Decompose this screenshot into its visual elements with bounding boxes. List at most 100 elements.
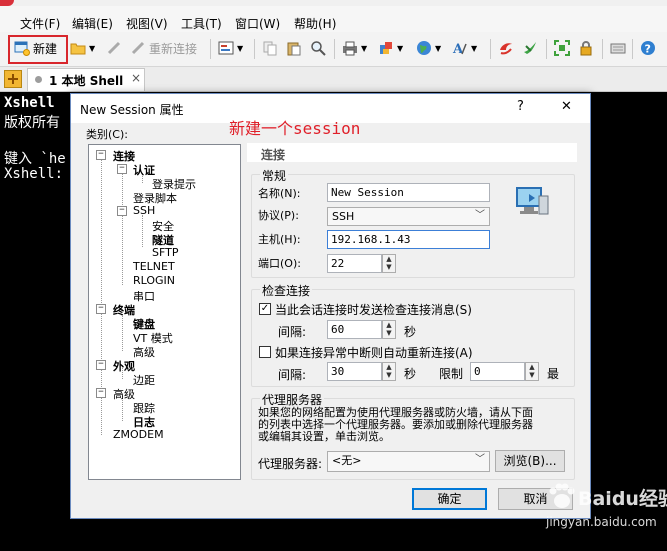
protocol-select[interactable]: SSH ﹀	[327, 207, 490, 226]
interval-seconds-label: 秒	[404, 325, 417, 339]
properties-dropdown-icon[interactable]: ▼	[237, 44, 243, 53]
tree-item-ssh[interactable]: SSH	[133, 204, 155, 217]
tree-item-sftp[interactable]: SFTP	[152, 246, 178, 259]
proxy-select[interactable]: <无> ﹀	[327, 451, 490, 472]
name-field[interactable]: New Session	[327, 183, 490, 202]
keyboard-button[interactable]	[610, 37, 626, 59]
tree-collapse-icon[interactable]: −	[96, 304, 106, 314]
port-field[interactable]: 22	[327, 254, 382, 273]
port-spinner[interactable]: ▲ ▼	[382, 254, 396, 273]
plus-icon	[8, 74, 18, 84]
menu-tools[interactable]: 工具(T)	[181, 15, 222, 32]
tree-item-rlogin[interactable]: RLOGIN	[133, 274, 175, 287]
open-dropdown-icon[interactable]: ▼	[89, 44, 95, 53]
lock-button[interactable]	[578, 37, 594, 59]
computer-network-icon	[516, 187, 549, 215]
tree-item-terminal-advanced[interactable]: 高级	[133, 344, 155, 360]
fullscreen-button[interactable]	[554, 37, 570, 59]
terminal-line: Xshell	[4, 95, 55, 111]
tab-local-shell[interactable]: 1 本地 Shell ×	[27, 68, 145, 91]
name-label: 名称(N):	[258, 187, 301, 200]
annotation-text: 新建一个session	[229, 119, 361, 138]
menu-file[interactable]: 文件(F)	[20, 15, 60, 32]
tree-item-advanced[interactable]: 高级	[113, 386, 135, 402]
print-button[interactable]: ▼	[342, 37, 367, 59]
transfer-button[interactable]: ▼	[378, 37, 403, 59]
transfer-dropdown-icon[interactable]: ▼	[397, 44, 403, 53]
tab-label: 1 本地 Shell	[49, 74, 124, 88]
new-button-highlight	[8, 35, 68, 64]
tree-item-connection[interactable]: 连接	[113, 148, 135, 164]
limit-spinner[interactable]: ▲ ▼	[525, 362, 539, 381]
menu-help[interactable]: 帮助(H)	[294, 15, 336, 32]
tree-item-terminal[interactable]: 终端	[113, 302, 135, 318]
interval-field[interactable]: 60	[327, 320, 382, 339]
open-button[interactable]: ▼	[70, 37, 95, 59]
font-dropdown-icon[interactable]: ▼	[471, 44, 477, 53]
proxy-label: 代理服务器:	[258, 457, 323, 471]
interval-spinner[interactable]: ▲ ▼	[382, 320, 396, 339]
terminal-line: 键入 `he	[4, 151, 66, 167]
chevron-down-icon: ﹀	[475, 210, 485, 221]
tree-item-appearance[interactable]: 外观	[113, 358, 135, 374]
host-label: 主机(H):	[258, 233, 301, 246]
print-dropdown-icon[interactable]: ▼	[361, 44, 367, 53]
copy-icon	[263, 41, 277, 56]
reconnect-interval-label: 间隔:	[278, 368, 307, 382]
section-header: 连接	[247, 143, 577, 162]
menu-window[interactable]: 窗口(W)	[235, 15, 280, 32]
toolbar-separator	[490, 39, 491, 59]
close-dialog-button[interactable]: ✕	[561, 99, 572, 114]
chevron-down-icon: ﹀	[475, 454, 485, 465]
lock-icon	[580, 41, 592, 56]
baidu-paw-icon	[549, 483, 575, 508]
tree-collapse-icon[interactable]: −	[96, 388, 106, 398]
copy-button[interactable]	[262, 37, 278, 59]
close-tab-icon[interactable]: ×	[131, 71, 141, 85]
tree-item-serial[interactable]: 串口	[133, 288, 155, 304]
tree-collapse-icon[interactable]: −	[96, 360, 106, 370]
web-button[interactable]: ▼	[416, 37, 441, 59]
keepalive-checkbox[interactable]: ✓	[259, 303, 271, 315]
limit-field[interactable]: 0	[470, 362, 525, 381]
tree-collapse-icon[interactable]: −	[117, 206, 127, 216]
disconnect-button[interactable]	[106, 37, 122, 59]
printer-icon	[343, 41, 357, 56]
watermark-brand: Baidu经验	[578, 488, 667, 510]
xftp-button[interactable]	[498, 37, 514, 59]
toolbar-separator	[334, 39, 335, 59]
tree-collapse-icon[interactable]: −	[96, 150, 106, 160]
reconnect-interval-spinner[interactable]: ▲ ▼	[382, 362, 396, 381]
browse-button[interactable]: 浏览(B)...	[495, 450, 565, 472]
watermark-url: jingyan.baidu.com	[546, 515, 657, 529]
tree-item-margins[interactable]: 边距	[133, 372, 155, 388]
host-field[interactable]: 192.168.1.43	[327, 230, 490, 249]
web-dropdown-icon[interactable]: ▼	[435, 44, 441, 53]
font-button[interactable]: A ▼	[452, 37, 477, 59]
tree-collapse-icon[interactable]: −	[117, 164, 127, 174]
paste-button[interactable]	[286, 37, 302, 59]
help-button[interactable]: ?	[640, 37, 656, 59]
xmanager-button[interactable]	[522, 37, 538, 59]
reconnect-icon	[131, 41, 145, 55]
category-label: 类别(C):	[86, 128, 128, 141]
auto-reconnect-label: 如果连接异常中断则自动重新连接(A)	[275, 346, 473, 360]
disconnect-icon	[107, 41, 121, 55]
help-title-button[interactable]: ?	[517, 99, 524, 114]
help-icon: ?	[641, 41, 655, 56]
find-button[interactable]	[310, 37, 326, 59]
tree-item-zmodem[interactable]: ZMODEM	[113, 428, 164, 441]
menu-view[interactable]: 视图(V)	[126, 15, 168, 32]
ok-button[interactable]: 确定	[412, 488, 487, 510]
category-tree[interactable]: − 连接 − 认证 登录提示 登录脚本 − SSH 安全 隧道 SFTP TEL…	[88, 144, 241, 480]
terminal-line: Xshell:	[4, 166, 64, 182]
properties-button[interactable]: ▼	[218, 37, 243, 59]
add-tab-button[interactable]	[4, 70, 22, 88]
reconnect-button[interactable]: 重新连接	[130, 37, 197, 59]
auto-reconnect-checkbox[interactable]	[259, 346, 271, 358]
menu-edit[interactable]: 编辑(E)	[72, 15, 113, 32]
transfer-icon	[380, 42, 392, 54]
tab-status-dot	[35, 76, 42, 83]
tree-item-telnet[interactable]: TELNET	[133, 260, 175, 273]
reconnect-interval-field[interactable]: 30	[327, 362, 382, 381]
